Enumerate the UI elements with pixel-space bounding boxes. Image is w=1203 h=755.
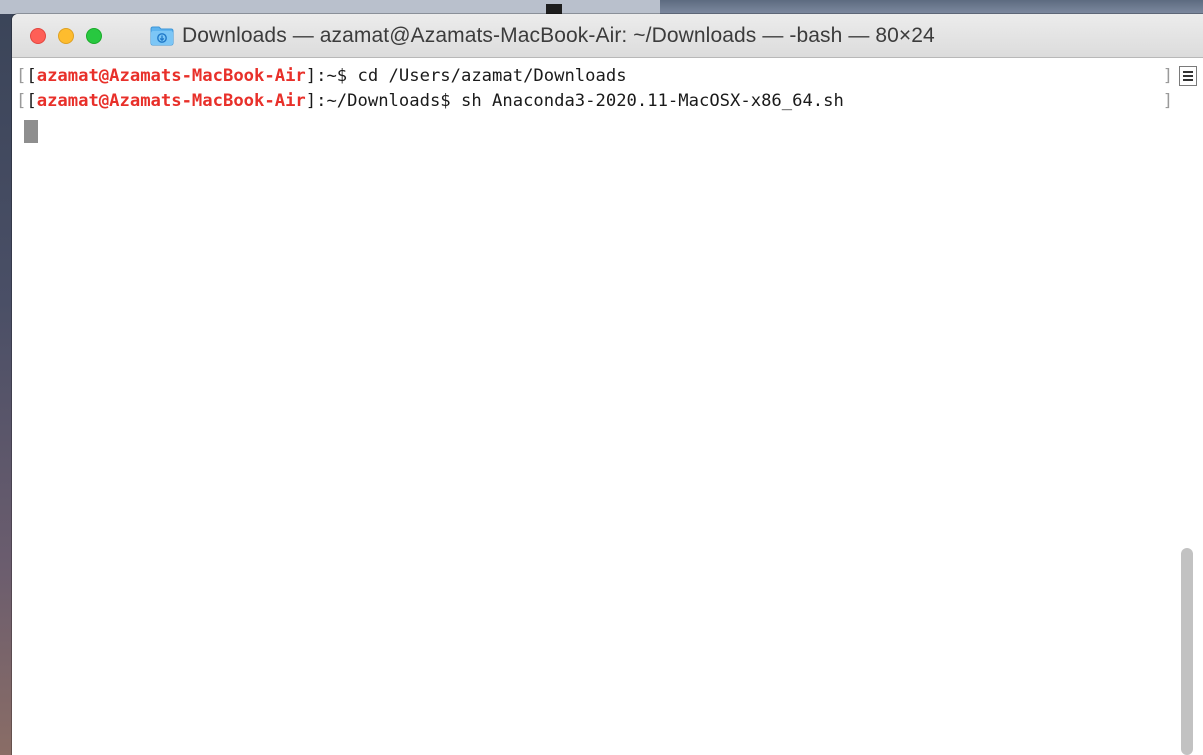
line-end-mark: ] — [1162, 66, 1173, 86]
prompt-bracket: [ — [26, 91, 37, 111]
line-end-mark: ] — [1162, 91, 1173, 111]
prompt-user: azamat@Azamats-MacBook-Air — [36, 91, 306, 111]
window-title: Downloads — azamat@Azamats-MacBook-Air: … — [182, 24, 935, 47]
background-window-strip — [0, 0, 660, 14]
scrollbar[interactable] — [1173, 58, 1203, 755]
minimize-button[interactable] — [58, 28, 74, 44]
terminal-line: [[azamat@Azamats-MacBook-Air]:~$ cd /Use… — [16, 64, 627, 89]
prompt-bracket: [ — [26, 66, 37, 86]
command-text: ]:~$ cd /Users/azamat/Downloads — [305, 66, 627, 86]
folder-icon — [150, 26, 174, 46]
scrollbar-thumb[interactable] — [1181, 548, 1193, 755]
close-button[interactable] — [30, 28, 46, 44]
command-text: ]:~/Downloads$ sh Anaconda3-2020.11-MacO… — [305, 91, 844, 111]
desktop-background — [0, 0, 1203, 14]
title-bar[interactable]: Downloads — azamat@Azamats-MacBook-Air: … — [12, 14, 1203, 58]
terminal-output[interactable]: [[azamat@Azamats-MacBook-Air]:~$ cd /Use… — [12, 58, 1203, 755]
window-title-group: Downloads — azamat@Azamats-MacBook-Air: … — [150, 14, 935, 58]
line-mark: [ — [16, 91, 27, 111]
text-cursor — [24, 120, 38, 143]
zoom-button[interactable] — [86, 28, 102, 44]
terminal-line: [[azamat@Azamats-MacBook-Air]:~/Download… — [16, 89, 844, 114]
prompt-user: azamat@Azamats-MacBook-Air — [36, 66, 306, 86]
line-mark: [ — [16, 66, 27, 86]
terminal-window[interactable]: Downloads — azamat@Azamats-MacBook-Air: … — [12, 14, 1203, 755]
